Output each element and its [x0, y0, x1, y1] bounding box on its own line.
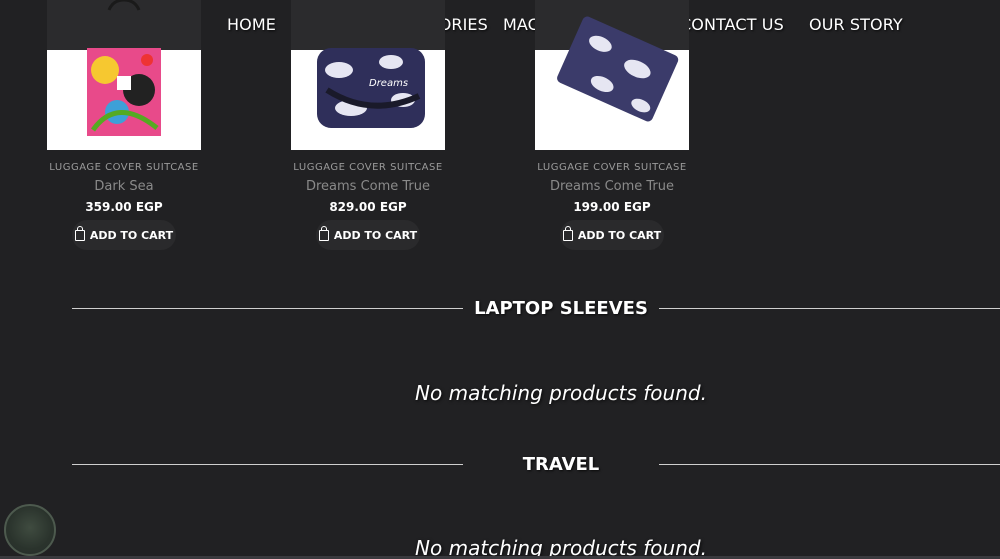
product-price: 829.00 EGP — [329, 200, 407, 214]
shopping-bag-icon — [562, 225, 573, 241]
product-category: LUGGAGE COVER SUITCASE — [49, 162, 199, 173]
svg-text:Dreams: Dreams — [369, 78, 408, 89]
add-to-cart-label: ADD TO CART — [89, 228, 174, 242]
shopping-bag-icon — [318, 225, 329, 241]
product-card: LUGGAGE COVER SUITCASE Dreams Come True … — [535, 0, 689, 250]
section-header-laptop-sleeves: LAPTOP SLEEVES — [72, 298, 1000, 319]
add-to-cart-button[interactable]: ADD TO CART — [316, 220, 420, 250]
product-name[interactable]: Dreams Come True — [535, 179, 689, 194]
product-card: Dreams LUGGAGE COVER SUITCASE Dreams Com… — [291, 0, 445, 250]
add-to-cart-button[interactable]: ADD TO CART — [72, 220, 176, 250]
nav-contact-us[interactable]: CONTACT US — [680, 15, 784, 34]
section-title: TRAVEL — [522, 454, 600, 475]
nav-home[interactable]: HOME — [227, 15, 276, 34]
empty-results-message: No matching products found. — [415, 381, 707, 405]
product-image[interactable] — [535, 0, 689, 150]
nav-our-story[interactable]: OUR STORY — [809, 15, 903, 34]
duffel-bag-image: Dreams — [317, 48, 425, 128]
divider — [659, 308, 1000, 309]
laptop-sleeve-image — [557, 16, 679, 122]
add-to-cart-label: ADD TO CART — [333, 228, 418, 242]
add-to-cart-button[interactable]: ADD TO CART — [560, 220, 664, 250]
product-category: LUGGAGE COVER SUITCASE — [293, 162, 443, 173]
product-card: LUGGAGE COVER SUITCASE Dark Sea 359.00 E… — [47, 0, 201, 250]
product-name[interactable]: Dark Sea — [47, 179, 201, 194]
product-price: 199.00 EGP — [573, 200, 651, 214]
tote-bag-image — [87, 0, 161, 136]
site-logo-badge[interactable] — [4, 504, 56, 556]
section-header-travel: TRAVEL — [72, 454, 1000, 475]
shopping-bag-icon — [74, 225, 85, 241]
product-image[interactable]: Dreams — [291, 0, 445, 150]
add-to-cart-label: ADD TO CART — [577, 228, 662, 242]
product-name[interactable]: Dreams Come True — [291, 179, 445, 194]
product-image[interactable] — [47, 0, 201, 150]
divider — [659, 464, 1000, 465]
divider — [72, 308, 463, 309]
product-price: 359.00 EGP — [85, 200, 163, 214]
section-title: LAPTOP SLEEVES — [474, 298, 648, 319]
divider — [72, 464, 463, 465]
product-category: LUGGAGE COVER SUITCASE — [537, 162, 687, 173]
